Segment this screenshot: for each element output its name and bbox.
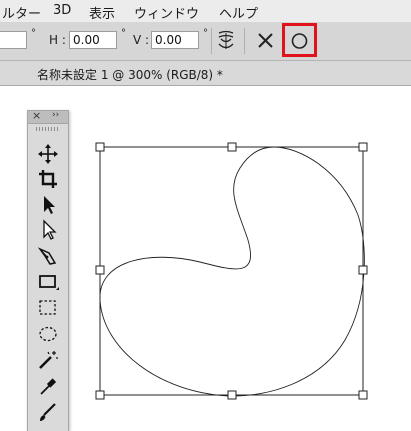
path-selection-tool-icon[interactable] bbox=[36, 194, 60, 216]
h-skew-field[interactable]: 0.00 bbox=[69, 31, 117, 49]
document-tab-bar: 名称未設定 1 @ 300% (RGB/8) * bbox=[0, 61, 411, 86]
options-bar: ° H : 0.00 ° V : 0.00 ° bbox=[0, 22, 411, 61]
direct-selection-tool-icon[interactable] bbox=[36, 219, 60, 241]
document-tab[interactable]: 名称未設定 1 @ 300% (RGB/8) * bbox=[0, 61, 411, 85]
transform-bounding-box[interactable] bbox=[99, 146, 364, 396]
options-separator bbox=[211, 28, 212, 54]
v-skew-field[interactable]: 0.00 bbox=[151, 31, 199, 49]
menu-help[interactable]: ヘルプ bbox=[219, 3, 258, 22]
brush-tool-icon[interactable] bbox=[36, 401, 60, 423]
rectangular-marquee-tool-icon[interactable] bbox=[36, 297, 60, 319]
tools-panel: × ›› bbox=[27, 109, 69, 431]
panel-drag-grip[interactable] bbox=[36, 127, 60, 131]
bezier-path-shape[interactable] bbox=[99, 146, 365, 397]
cancel-transform-icon[interactable] bbox=[257, 32, 274, 49]
h-skew-unit: ° bbox=[121, 28, 126, 39]
menu-window[interactable]: ウィンドウ bbox=[134, 3, 199, 22]
handle-bottom-right[interactable] bbox=[358, 390, 368, 400]
move-tool-icon[interactable] bbox=[36, 143, 60, 165]
rectangle-tool-icon[interactable] bbox=[36, 271, 60, 293]
panel-collapse-icon[interactable]: ›› bbox=[52, 110, 59, 120]
elliptical-marquee-tool-icon[interactable] bbox=[36, 323, 60, 345]
handle-middle-left[interactable] bbox=[95, 265, 105, 275]
handle-top-left[interactable] bbox=[95, 142, 105, 152]
v-skew-label: V : bbox=[133, 33, 150, 47]
handle-top-center[interactable] bbox=[227, 142, 237, 152]
v-skew-unit: ° bbox=[203, 28, 208, 39]
pen-tool-icon[interactable] bbox=[36, 245, 60, 267]
warp-mode-icon[interactable] bbox=[216, 30, 236, 52]
eyedropper-tool-icon[interactable] bbox=[36, 375, 60, 397]
handle-middle-right[interactable] bbox=[358, 265, 368, 275]
menu-3d[interactable]: 3D bbox=[53, 3, 71, 18]
h-skew-label: H : bbox=[49, 33, 66, 47]
handle-top-right[interactable] bbox=[358, 142, 368, 152]
commit-transform-icon[interactable] bbox=[290, 32, 309, 50]
tools-panel-header[interactable]: × ›› bbox=[28, 109, 68, 124]
menu-view[interactable]: 表示 bbox=[89, 3, 115, 22]
magic-wand-tool-icon[interactable] bbox=[36, 349, 60, 371]
crop-tool-icon[interactable] bbox=[36, 168, 60, 190]
width-skew-field[interactable] bbox=[0, 31, 27, 49]
menu-bar: ルター 3D 表示 ウィンドウ ヘルプ bbox=[0, 0, 411, 23]
panel-close-icon[interactable]: × bbox=[32, 109, 41, 122]
options-separator-2 bbox=[244, 28, 245, 54]
document-tab-title: 名称未設定 1 @ 300% (RGB/8) * bbox=[37, 68, 223, 82]
handle-bottom-left[interactable] bbox=[95, 390, 105, 400]
width-skew-unit: ° bbox=[31, 28, 36, 39]
handle-bottom-center[interactable] bbox=[227, 390, 237, 400]
menu-filter[interactable]: ルター bbox=[2, 3, 41, 22]
